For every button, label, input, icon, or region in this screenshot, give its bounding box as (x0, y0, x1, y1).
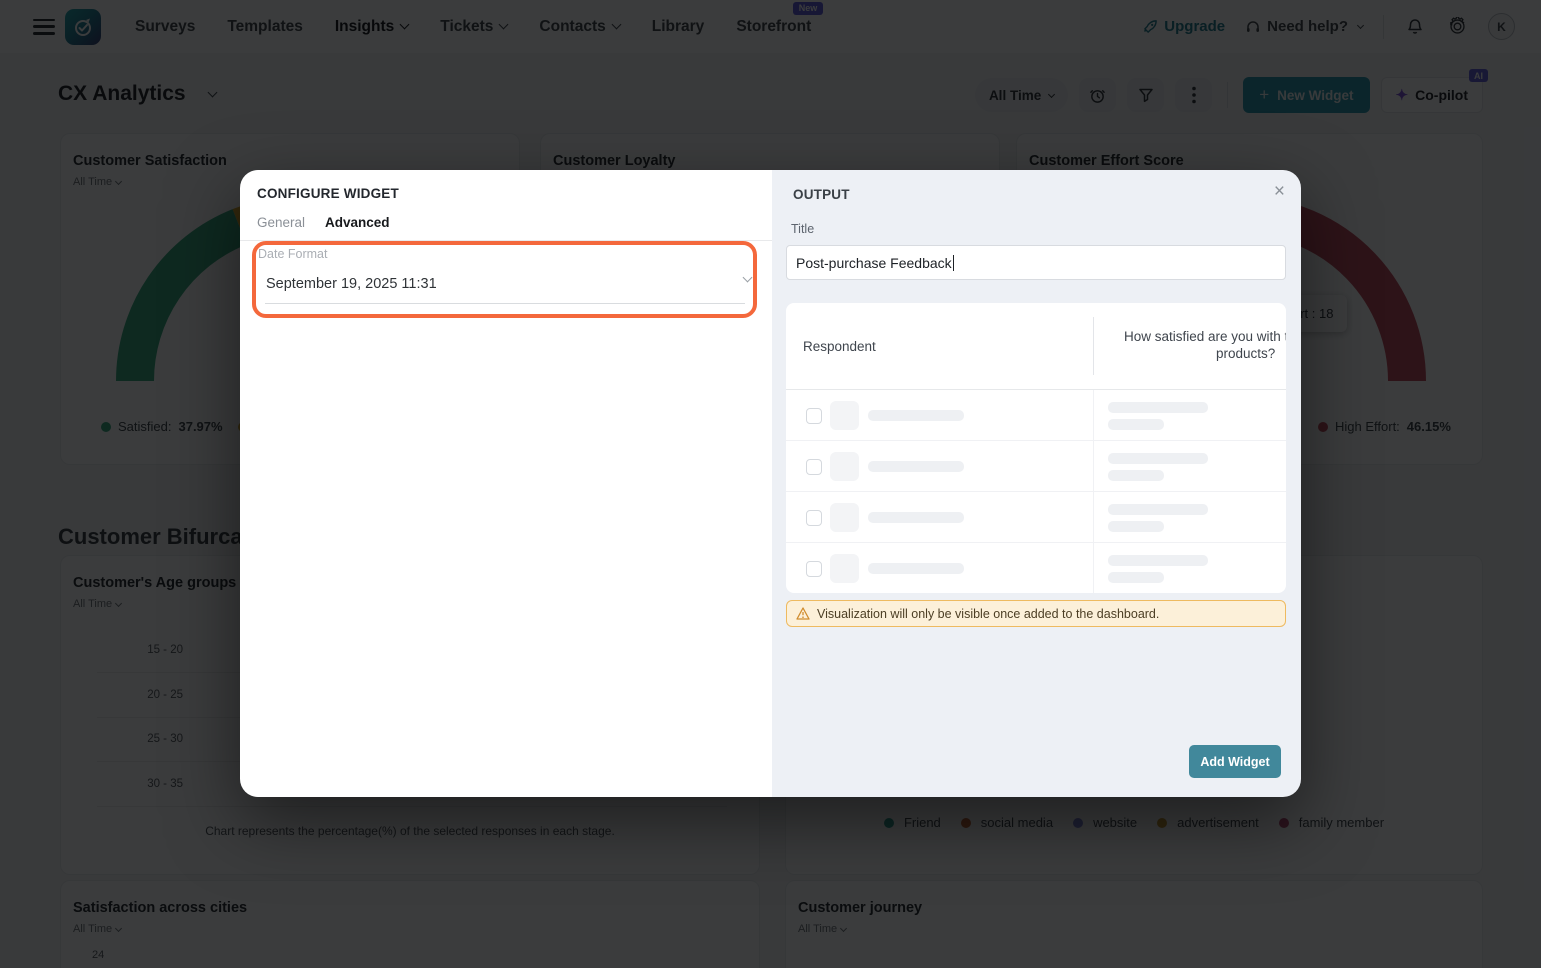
tab-general[interactable]: General (257, 215, 305, 230)
text-caret (953, 255, 954, 271)
warning-text: Visualization will only be visible once … (817, 607, 1159, 621)
warning-banner: Visualization will only be visible once … (786, 600, 1286, 627)
chevron-down-icon[interactable] (743, 273, 753, 283)
config-tabs: General Advanced (257, 215, 390, 230)
skeleton-bar (1108, 470, 1164, 481)
skeleton-bar (1108, 453, 1208, 464)
table-row (786, 441, 1286, 492)
skeleton-bar (1108, 504, 1208, 515)
divider (265, 303, 745, 304)
divider (240, 240, 772, 241)
row-checkbox[interactable] (806, 561, 822, 577)
avatar-skeleton (830, 452, 859, 481)
skeleton-bar (1108, 521, 1164, 532)
skeleton-bar (1108, 419, 1164, 430)
date-format-select[interactable]: September 19, 2025 11:31 (266, 276, 437, 292)
title-field-label: Title (791, 222, 814, 236)
preview-table-header: Respondent How satisfied are you with th… (786, 303, 1286, 390)
avatar-skeleton (830, 401, 859, 430)
configure-panel: CONFIGURE WIDGET General Advanced Date F… (240, 170, 772, 797)
preview-table: Respondent How satisfied are you with th… (786, 303, 1286, 593)
table-row (786, 390, 1286, 441)
column-respondent: Respondent (803, 303, 876, 390)
output-panel: OUTPUT × Title Post-purchase Feedback Re… (772, 170, 1301, 797)
table-row (786, 543, 1286, 593)
widget-title-input[interactable]: Post-purchase Feedback (786, 245, 1286, 280)
app-root: Surveys Templates Insights Tickets Conta… (0, 0, 1541, 968)
skeleton-bar (1108, 402, 1208, 413)
add-widget-button[interactable]: Add Widget (1189, 745, 1281, 778)
avatar-skeleton (830, 503, 859, 532)
skeleton-bar (1108, 555, 1208, 566)
skeleton-bar (868, 512, 964, 523)
skeleton-bar (868, 461, 964, 472)
date-format-label: Date Format (258, 247, 327, 261)
column-question: How satisfied are you with the q product… (1094, 303, 1286, 390)
warning-icon (796, 607, 810, 620)
row-checkbox[interactable] (806, 510, 822, 526)
modal-title: CONFIGURE WIDGET (257, 186, 399, 201)
avatar-skeleton (830, 554, 859, 583)
skeleton-bar (868, 563, 964, 574)
table-row (786, 492, 1286, 543)
close-icon[interactable]: × (1274, 182, 1285, 201)
row-checkbox[interactable] (806, 408, 822, 424)
skeleton-bar (868, 410, 964, 421)
row-checkbox[interactable] (806, 459, 822, 475)
configure-widget-modal: CONFIGURE WIDGET General Advanced Date F… (240, 170, 1301, 797)
tab-advanced[interactable]: Advanced (325, 215, 390, 230)
output-title: OUTPUT (793, 187, 850, 202)
skeleton-bar (1108, 572, 1164, 583)
